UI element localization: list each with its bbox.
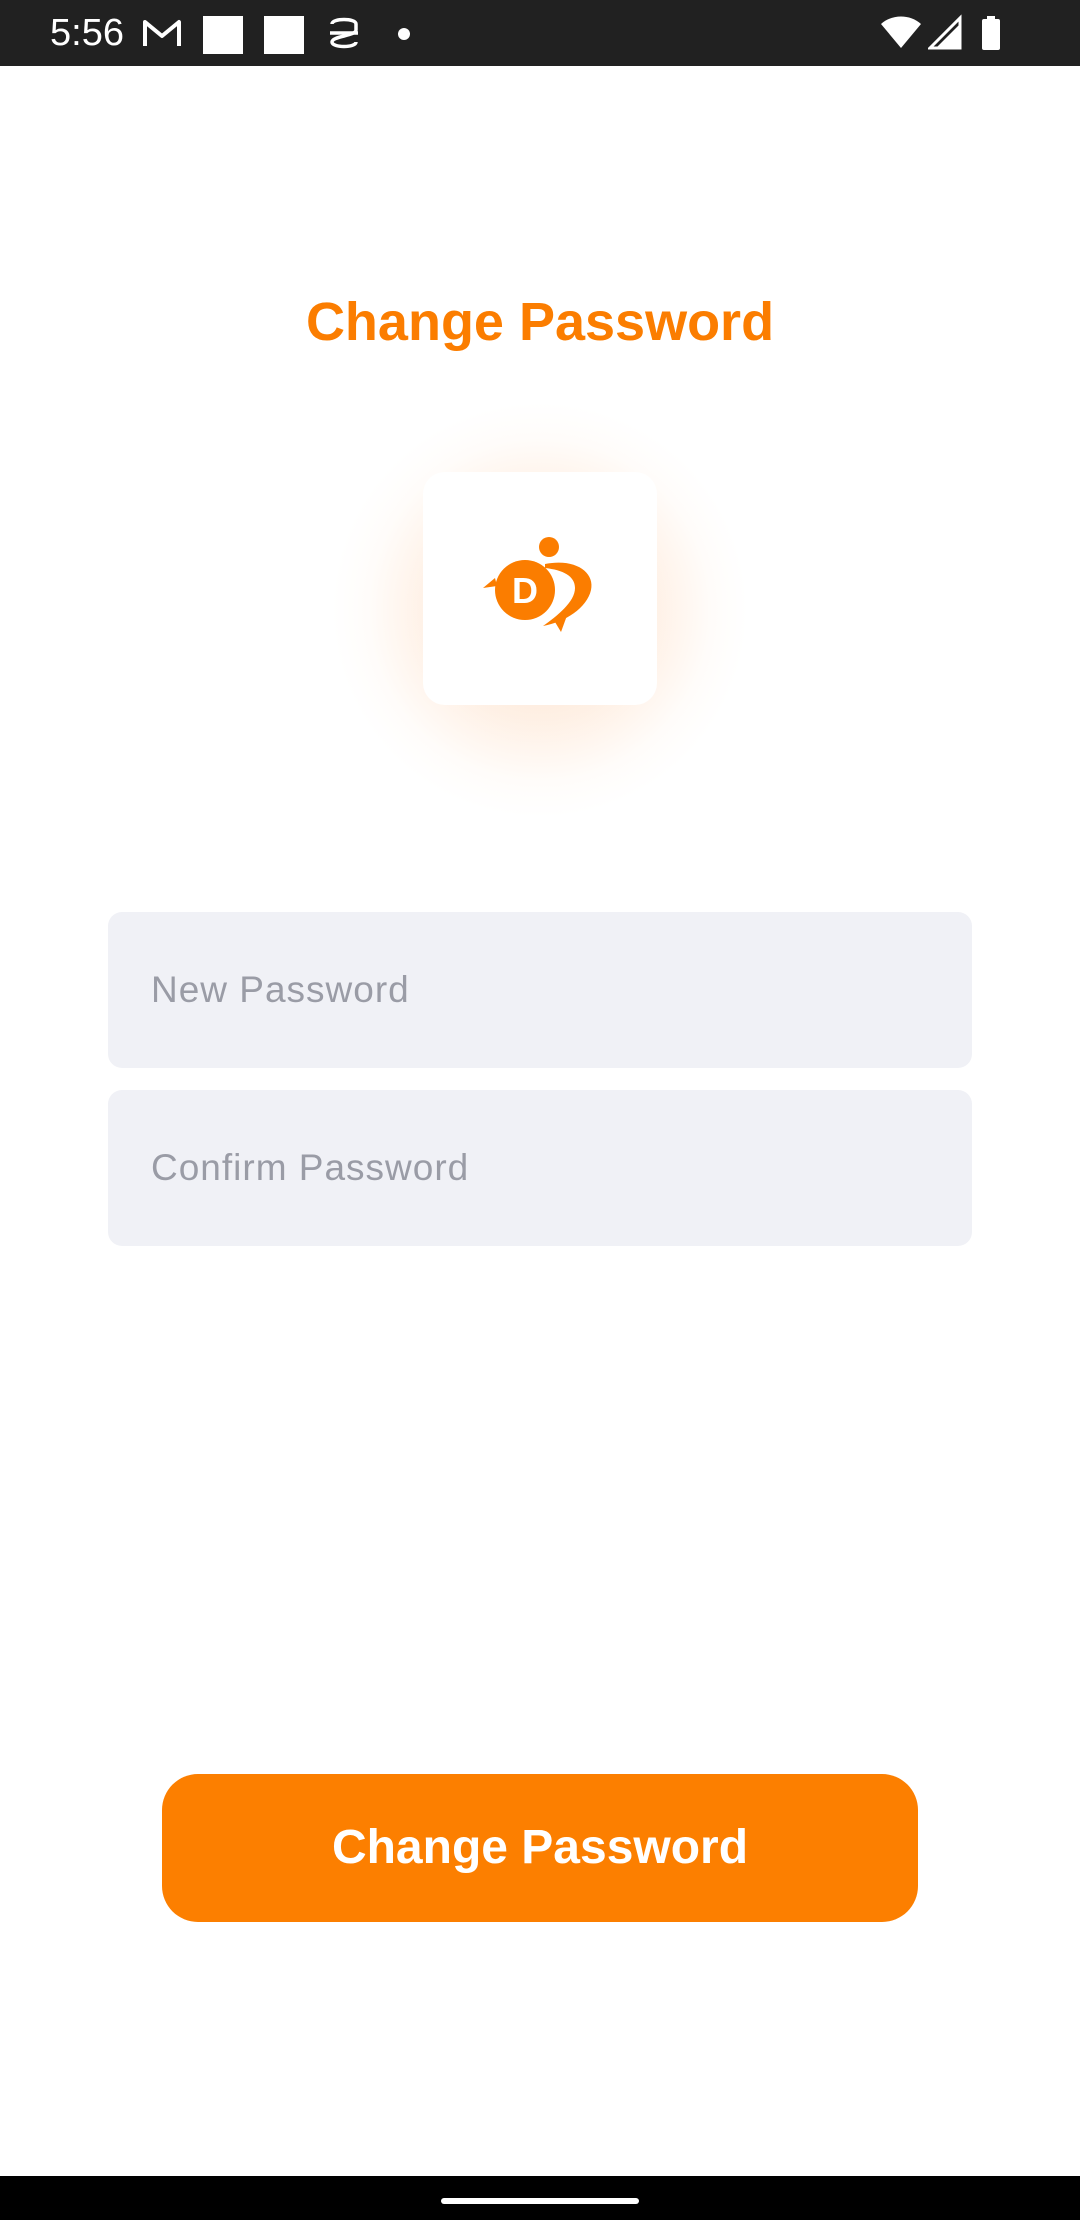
dot-icon: [398, 28, 410, 40]
change-password-screen: 5:56 Change Password D Change Password: [0, 0, 1080, 2220]
gmail-icon: [143, 20, 181, 46]
change-password-button[interactable]: Change Password: [162, 1774, 918, 1922]
logo-card: D: [423, 472, 657, 705]
navigation-bar: [0, 2176, 1080, 2220]
status-time: 5:56: [50, 12, 124, 54]
status-bar: 5:56: [0, 0, 1080, 66]
new-password-field[interactable]: [108, 912, 972, 1068]
wifi-icon: [881, 16, 921, 48]
notification-square-icon: [203, 16, 243, 54]
page-title: Change Password: [305, 292, 775, 352]
app-notification-icon: [330, 17, 358, 49]
confirm-password-input[interactable]: [108, 1090, 972, 1246]
signal-icon: [928, 14, 962, 50]
new-password-input[interactable]: [108, 912, 972, 1068]
confirm-password-field[interactable]: [108, 1090, 972, 1246]
notification-square-icon: [264, 16, 304, 54]
logo-letter: D: [512, 570, 538, 611]
home-gesture-handle[interactable]: [441, 2198, 639, 2204]
battery-icon: [982, 16, 1000, 50]
app-logo-icon: D: [483, 537, 592, 632]
